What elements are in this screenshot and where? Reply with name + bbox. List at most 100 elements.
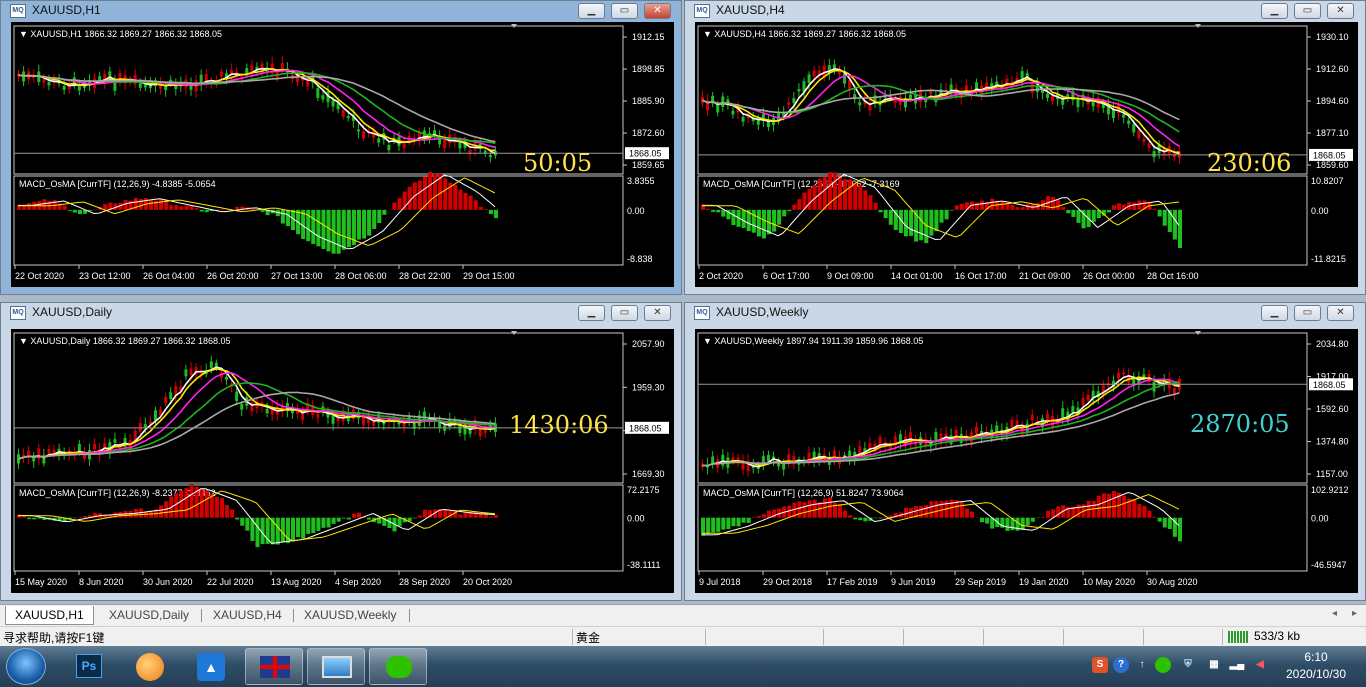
macd-histogram-bar	[832, 172, 837, 210]
tab-xauusd-h1[interactable]: XAUUSD,H1	[5, 606, 94, 625]
minimize-button[interactable]: ▁	[1261, 305, 1288, 321]
candle-body	[488, 155, 492, 158]
maximize-button[interactable]: ▭	[1294, 305, 1321, 321]
taskbar-browser[interactable]	[121, 648, 179, 685]
window-title: XAUUSD,H1	[32, 3, 101, 17]
current-price-label: 1868.05	[629, 423, 662, 433]
price-chart-canvas[interactable]: ▼ XAUUSD,Daily 1866.32 1869.27 1866.32 1…	[11, 329, 674, 593]
macd-histogram-bar	[412, 517, 417, 519]
macd-axis-label: 0.00	[627, 514, 645, 524]
macd-histogram-bar	[1000, 201, 1005, 210]
close-button[interactable]: ✕	[644, 305, 671, 321]
macd-histogram-bar	[42, 199, 47, 210]
macd-histogram-bar	[761, 514, 766, 518]
window-titlebar[interactable]: MQ XAUUSD,H4 ▁ ▭ ✕	[685, 1, 1365, 23]
taskbar-app-blue[interactable]: ▲	[182, 648, 240, 685]
system-clock[interactable]: 6:10 2020/10/30	[1276, 650, 1356, 681]
chart-window-h4[interactable]: MQ XAUUSD,H4 ▁ ▭ ✕ ▼ XAUUSD,H4 1866.32 1…	[684, 0, 1366, 295]
taskbar-wechat[interactable]	[369, 648, 427, 685]
tab-xauusd-weekly[interactable]: XAUUSD,Weekly	[295, 606, 405, 625]
wechat-tray-icon[interactable]	[1155, 657, 1171, 673]
status-divider	[705, 629, 706, 645]
close-button[interactable]: ✕	[1327, 305, 1354, 321]
macd-histogram-bar	[230, 509, 235, 518]
close-button[interactable]: ✕	[644, 3, 671, 19]
macd-histogram-bar	[837, 176, 843, 210]
date-axis-label: 23 Oct 12:00	[79, 271, 131, 281]
window-titlebar[interactable]: MQ XAUUSD,H1 ▁ ▭ ✕	[1, 1, 681, 23]
candle-body	[1086, 394, 1090, 401]
candle-body	[184, 369, 188, 377]
macd-histogram-bar	[766, 510, 772, 518]
help-icon[interactable]: ?	[1113, 657, 1129, 673]
chart-area[interactable]: ▼ XAUUSD,H4 1866.32 1869.27 1866.32 1868…	[695, 22, 1358, 287]
tab-scroll-left-icon[interactable]: ◂	[1332, 608, 1337, 619]
minimize-button[interactable]: ▁	[1261, 3, 1288, 19]
tab-xauusd-h4[interactable]: XAUUSD,H4	[204, 606, 291, 625]
chart-window-h1[interactable]: MQ XAUUSD,H1 ▁ ▭ ✕ ▼ XAUUSD,H1 1866.32 1…	[0, 0, 682, 295]
taskbar-photoshop[interactable]: Ps	[60, 648, 118, 685]
chart-window-daily[interactable]: MQ XAUUSD,Daily ▁ ▭ ✕ ▼ XAUUSD,Daily 186…	[0, 302, 682, 601]
macd-histogram-bar	[351, 513, 356, 518]
chart-area[interactable]: ▼ XAUUSD,H1 1866.32 1869.27 1866.32 1868…	[11, 22, 674, 287]
sogou-ime-icon[interactable]: S	[1092, 657, 1108, 673]
macd-axis-label: -38.1111	[627, 560, 661, 570]
candle-body	[777, 463, 781, 467]
macd-histogram-bar	[356, 512, 362, 518]
macd-histogram-bar	[807, 188, 812, 210]
candle-body	[1122, 372, 1126, 375]
candle-body	[62, 85, 66, 90]
macd-histogram-bar	[919, 209, 924, 241]
settings-tray-icon[interactable]: ↑	[1134, 657, 1150, 673]
candle-body	[143, 424, 147, 428]
minimize-button[interactable]: ▁	[578, 305, 605, 321]
macd-histogram-bar	[356, 209, 362, 240]
macd-histogram-bar	[782, 209, 787, 217]
date-axis-label: 2 Oct 2020	[699, 271, 743, 281]
app-blue-icon: ▲	[197, 653, 225, 681]
minimize-button[interactable]: ▁	[578, 3, 605, 19]
window-titlebar[interactable]: MQ XAUUSD,Weekly ▁ ▭ ✕	[685, 303, 1365, 325]
chart-window-weekly[interactable]: MQ XAUUSD,Weekly ▁ ▭ ✕ ▼ XAUUSD,Weekly 1…	[684, 302, 1366, 601]
signal-icon[interactable]: ▂▄	[1229, 657, 1245, 673]
start-button[interactable]	[6, 648, 46, 685]
macd-histogram-bar	[148, 199, 153, 210]
price-chart-canvas[interactable]: ▼ XAUUSD,H4 1866.32 1869.27 1866.32 1868…	[695, 22, 1358, 287]
macd-histogram-bar	[716, 209, 721, 213]
macd-histogram-bar	[1157, 517, 1162, 522]
taskbar-image-viewer[interactable]	[307, 648, 365, 685]
macd-histogram-bar	[721, 517, 726, 530]
macd-histogram-bar	[488, 516, 493, 518]
macd-histogram-bar	[458, 189, 463, 210]
macd-histogram-bar	[336, 209, 341, 254]
chart-area[interactable]: ▼ XAUUSD,Weekly 1897.94 1911.39 1859.96 …	[695, 329, 1358, 593]
maximize-button[interactable]: ▭	[611, 305, 638, 321]
volume-muted-icon[interactable]: ◀	[1252, 657, 1268, 673]
taskbar-flag-app[interactable]	[245, 648, 303, 685]
date-axis-label: 26 Oct 20:00	[207, 271, 259, 281]
price-axis-label: 1930.10	[1316, 32, 1349, 42]
chart-area[interactable]: ▼ XAUUSD,Daily 1866.32 1869.27 1866.32 1…	[11, 329, 674, 593]
macd-header-text: MACD_OsMA [CurrTF] (12,26,9) 51.8247 73.…	[703, 488, 904, 498]
tab-xauusd-daily[interactable]: XAUUSD,Daily	[100, 606, 198, 625]
macd-histogram-bar	[407, 186, 412, 210]
shield-icon[interactable]: ⛨	[1180, 657, 1196, 673]
macd-histogram-bar	[367, 209, 372, 236]
macd-histogram-bar	[219, 498, 225, 518]
network-icon[interactable]: ▦	[1206, 657, 1222, 673]
macd-histogram-bar	[301, 517, 306, 539]
macd-histogram-bar	[843, 179, 848, 210]
maximize-button[interactable]: ▭	[611, 3, 638, 19]
macd-histogram-bar	[1020, 207, 1025, 210]
macd-histogram-bar	[1132, 202, 1137, 210]
price-chart-canvas[interactable]: ▼ XAUUSD,H1 1866.32 1869.27 1866.32 1868…	[11, 22, 674, 287]
window-titlebar[interactable]: MQ XAUUSD,Daily ▁ ▭ ✕	[1, 303, 681, 325]
price-chart-canvas[interactable]: ▼ XAUUSD,Weekly 1897.94 1911.39 1859.96 …	[695, 329, 1358, 593]
macd-histogram-bar	[443, 178, 448, 210]
tab-scroll-right-icon[interactable]: ▸	[1352, 608, 1357, 619]
date-axis-label: 26 Oct 04:00	[143, 271, 195, 281]
maximize-button[interactable]: ▭	[1294, 3, 1321, 19]
close-button[interactable]: ✕	[1327, 3, 1354, 19]
macd-histogram-bar	[260, 209, 265, 212]
macd-histogram-bar	[458, 514, 463, 518]
